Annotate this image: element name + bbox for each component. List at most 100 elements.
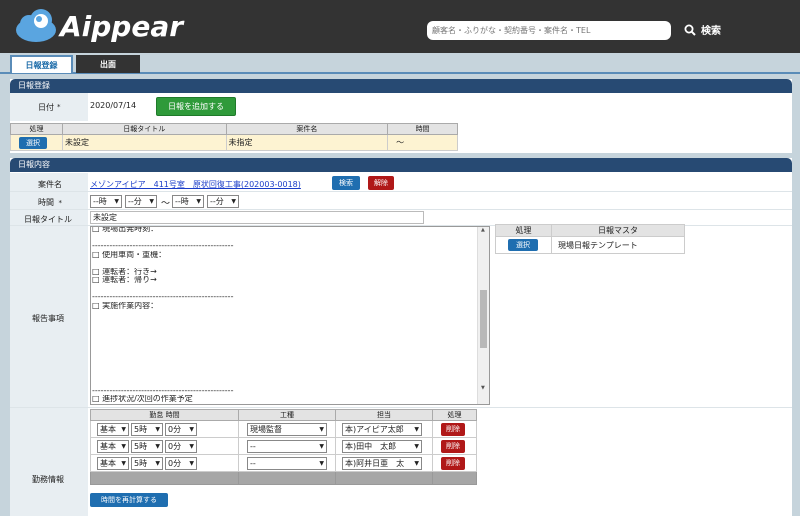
chevron-down-icon: ▼ bbox=[319, 442, 324, 450]
work-staff-select[interactable]: 本)阿井日亜 太 ▼ bbox=[342, 456, 422, 470]
work-col-staff: 担当 bbox=[335, 409, 433, 421]
work-staff-cell: 本)阿井日亜 太 ▼ bbox=[335, 454, 433, 472]
master-col-name: 日報マスタ bbox=[551, 224, 685, 237]
delete-work-button[interactable]: 削除 bbox=[441, 439, 465, 453]
col-project: 案件名 bbox=[225, 123, 389, 135]
select-template-button[interactable]: 選択 bbox=[508, 239, 538, 251]
report-line bbox=[92, 234, 478, 243]
scroll-up-icon[interactable]: ▲ bbox=[481, 227, 485, 233]
end-hour-select[interactable]: --時 ▼ bbox=[172, 195, 204, 208]
work-hour-select[interactable]: 5時 ▼ bbox=[131, 439, 163, 453]
work-min-value: 0分 bbox=[168, 441, 182, 451]
textarea-scrollbar[interactable]: ▲ ▼ bbox=[477, 227, 489, 404]
scrollbar-thumb[interactable] bbox=[480, 290, 487, 348]
work-hour-select[interactable]: 5時 ▼ bbox=[131, 422, 163, 436]
report-line: □ 運転者：帰り→ bbox=[92, 276, 157, 284]
delete-work-button[interactable]: 削除 bbox=[441, 422, 465, 436]
report-line bbox=[92, 327, 478, 336]
master-col-action: 処理 bbox=[495, 224, 552, 237]
col-action: 処理 bbox=[10, 123, 63, 135]
time-label-group: 時間 * bbox=[38, 197, 62, 208]
row-time: 〜 bbox=[387, 134, 458, 151]
report-line bbox=[92, 285, 478, 294]
project-clear-button[interactable]: 解除 bbox=[368, 176, 394, 190]
add-report-button[interactable]: 日報を追加する bbox=[156, 97, 236, 116]
work-type-select[interactable]: 基本 ▼ bbox=[97, 439, 129, 453]
chevron-down-icon: ▼ bbox=[121, 425, 126, 433]
work-min-select[interactable]: 0分 ▼ bbox=[165, 439, 197, 453]
date-label-cell: 日付 * bbox=[10, 93, 88, 121]
work-type-select[interactable]: 基本 ▼ bbox=[97, 456, 129, 470]
work-table: 勤怠 時間 工種 担当 処理 基本 ▼ 5時 ▼ 0分 ▼ 現場監督 ▼ 本)アイピア太… bbox=[90, 409, 477, 485]
delete-work-button[interactable]: 削除 bbox=[441, 456, 465, 470]
chevron-down-icon: ▼ bbox=[155, 459, 160, 467]
work-hour-value: 5時 bbox=[134, 458, 148, 468]
end-min-select[interactable]: --分 ▼ bbox=[207, 195, 239, 208]
logo-text: Aippear bbox=[60, 9, 184, 43]
report-line bbox=[92, 378, 478, 387]
work-hour-select[interactable]: 5時 ▼ bbox=[131, 456, 163, 470]
work-staff-cell: 本)田中 太郎 ▼ bbox=[335, 437, 433, 455]
report-line: □ 進捗状況/次回の作業予定 bbox=[92, 395, 193, 403]
work-table-footer bbox=[90, 471, 477, 485]
work-min-select[interactable]: 0分 ▼ bbox=[165, 422, 197, 436]
chevron-down-icon: ▼ bbox=[231, 198, 236, 205]
app-logo[interactable]: Aippear bbox=[14, 8, 183, 44]
tab-daily-report[interactable]: 日報登録 bbox=[10, 55, 73, 73]
report-line: ----------------------------------------… bbox=[92, 242, 234, 250]
work-kind-select[interactable]: -- ▼ bbox=[247, 439, 327, 453]
work-hour-value: 5時 bbox=[134, 424, 148, 434]
chevron-down-icon: ▼ bbox=[196, 198, 201, 205]
report-text: □ 現場出発時刻： -------------------------------… bbox=[92, 227, 478, 404]
search-icon bbox=[684, 24, 696, 36]
project-label: 案件名 bbox=[38, 180, 62, 189]
work-hours-cell: 基本 ▼ 5時 ▼ 0分 ▼ bbox=[90, 437, 239, 455]
chevron-down-icon: ▼ bbox=[149, 198, 154, 205]
chevron-down-icon: ▼ bbox=[121, 442, 126, 450]
work-staff-select[interactable]: 本)アイピア太郎 ▼ bbox=[342, 422, 422, 436]
project-link[interactable]: メゾンアイピア 411号室 原状回復工事(202003-0018) bbox=[90, 179, 301, 190]
work-type-value: 基本 bbox=[100, 441, 116, 451]
table-row: 基本 ▼ 5時 ▼ 0分 ▼ 現場監督 ▼ 本)アイピア太郎 ▼ 削除 bbox=[90, 420, 477, 438]
select-report-button[interactable]: 選択 bbox=[19, 136, 47, 149]
chevron-down-icon: ▼ bbox=[155, 425, 160, 433]
report-line: □ 使用車両・重機： bbox=[92, 250, 167, 259]
col-time: 時間 bbox=[387, 123, 458, 135]
report-textarea[interactable]: □ 現場出発時刻： -------------------------------… bbox=[90, 226, 490, 405]
report-title-input[interactable]: 未設定 bbox=[90, 211, 424, 224]
search-button[interactable]: 検索 bbox=[684, 22, 721, 37]
time-label: 時間 bbox=[38, 198, 54, 207]
work-kind-select[interactable]: -- ▼ bbox=[247, 456, 327, 470]
work-table-header: 勤怠 時間 工種 担当 処理 bbox=[90, 409, 477, 421]
report-line: ----------------------------------------… bbox=[92, 386, 234, 395]
recalculate-time-button[interactable]: 時間を再計算する bbox=[90, 493, 168, 507]
work-staff-value: 本)アイピア太郎 bbox=[345, 424, 404, 434]
work-info-label: 勤務情報 bbox=[32, 475, 64, 484]
chevron-down-icon: ▼ bbox=[155, 442, 160, 450]
tab-bar: 日報登録 出面 bbox=[10, 55, 140, 74]
work-type-select[interactable]: 基本 ▼ bbox=[97, 422, 129, 436]
report-line: ----------------------------------------… bbox=[92, 293, 234, 301]
work-staff-select[interactable]: 本)田中 太郎 ▼ bbox=[342, 439, 422, 453]
work-kind-select[interactable]: 現場監督 ▼ bbox=[247, 422, 327, 436]
report-line bbox=[92, 259, 478, 268]
search-input[interactable] bbox=[427, 21, 671, 40]
scroll-down-icon[interactable]: ▼ bbox=[481, 385, 485, 391]
start-min-select[interactable]: --分 ▼ bbox=[125, 195, 157, 208]
work-min-select[interactable]: 0分 ▼ bbox=[165, 456, 197, 470]
table-row[interactable]: 選択 未設定 未指定 〜 bbox=[10, 134, 458, 151]
work-kind-value: -- bbox=[250, 458, 256, 468]
master-table-header: 処理 日報マスタ bbox=[495, 224, 685, 237]
report-line bbox=[92, 319, 478, 328]
start-min-value: --分 bbox=[128, 197, 142, 206]
report-title-label: 日報タイトル bbox=[24, 215, 72, 224]
start-hour-select[interactable]: --時 ▼ bbox=[90, 195, 122, 208]
table-row[interactable]: 選択 現場日報テンプレート bbox=[495, 236, 685, 254]
project-search-button[interactable]: 検索 bbox=[332, 176, 360, 190]
work-col-kind: 工種 bbox=[238, 409, 336, 421]
registration-panel: 日報登録 日付 * 2020/07/14 日報を追加する 処理 日報タイトル 案… bbox=[10, 79, 792, 153]
work-staff-value: 本)田中 太郎 bbox=[345, 441, 397, 451]
date-value[interactable]: 2020/07/14 bbox=[90, 101, 136, 110]
work-min-value: 0分 bbox=[168, 458, 182, 468]
tab-attendance[interactable]: 出面 bbox=[76, 55, 140, 73]
